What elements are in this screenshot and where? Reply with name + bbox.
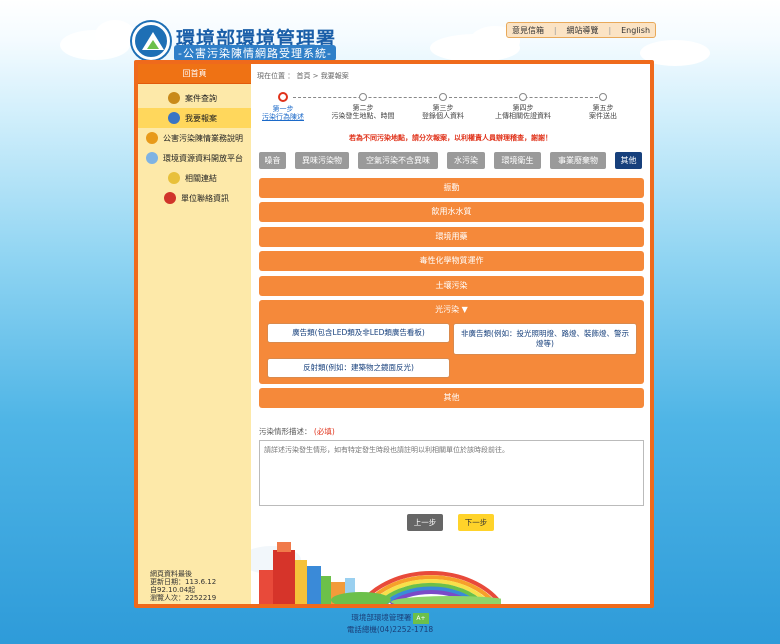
top-links: 意見信箱 | 網站導覽 | English bbox=[506, 22, 656, 38]
subcategory-vibration[interactable]: 振動 bbox=[259, 178, 644, 198]
notice-text: 若為不同污染地點，請分次報案，以利權責人員辦理稽查，謝謝！ bbox=[349, 134, 552, 142]
category-tabs: 噪音 異味污染物 空氣污染不含異味 水污染 環境衛生 事業廢棄物 其他 bbox=[259, 152, 645, 170]
subcategory-other[interactable]: 其他 bbox=[259, 388, 644, 408]
globe-icon bbox=[168, 112, 180, 124]
description-input[interactable] bbox=[259, 440, 644, 506]
agency-logo[interactable] bbox=[132, 22, 170, 60]
light-pollution-toggle[interactable]: 光污染 ▼ bbox=[259, 304, 644, 315]
category-tab-sanitation[interactable]: 環境衛生 bbox=[494, 152, 541, 169]
city-rainbow-illustration bbox=[251, 532, 501, 604]
sidebar-item-open-data[interactable]: 環境資源資料開放平台 bbox=[138, 148, 251, 168]
top-link-sitemap[interactable]: 網站導覽 bbox=[567, 25, 599, 36]
site-subtitle: -公害污染陳情網路受理系統- bbox=[174, 45, 336, 61]
sidebar-item-service-info[interactable]: 公害污染陳情業務說明 bbox=[138, 128, 251, 148]
main-content: 現在位置 ： 首頁 > 我要報案 第一步 污染行為陳述 第二步 污染發生地點、時… bbox=[251, 64, 650, 604]
step-marker-icon bbox=[359, 93, 367, 101]
step-5: 第五步 案件送出 bbox=[568, 92, 638, 120]
option-reflection[interactable]: 反射類(例如：建築物之鏡面反光) bbox=[267, 358, 450, 378]
top-link-mailbox[interactable]: 意見信箱 bbox=[512, 25, 544, 36]
step-marker-icon bbox=[439, 93, 447, 101]
sidebar-item-report[interactable]: 我要報案 bbox=[138, 108, 251, 128]
option-advertising[interactable]: 廣告類(包含LED類及非LED類廣告看板) bbox=[267, 323, 450, 343]
subcategory-pesticide[interactable]: 環境用藥 bbox=[259, 227, 644, 247]
subcategory-drinking-water[interactable]: 飲用水水質 bbox=[259, 202, 644, 222]
cloud-decoration bbox=[95, 20, 135, 50]
sidebar-item-case-query[interactable]: 案件查詢 bbox=[138, 88, 251, 108]
step-marker-icon bbox=[519, 93, 527, 101]
category-tab-water[interactable]: 水污染 bbox=[447, 152, 485, 169]
category-tab-noise[interactable]: 噪音 bbox=[259, 152, 286, 169]
category-tab-air[interactable]: 空氣污染不含異味 bbox=[358, 152, 438, 169]
step-marker-icon bbox=[278, 92, 288, 102]
planet-icon bbox=[164, 192, 176, 204]
sidebar-item-contacts[interactable]: 單位聯絡資訊 bbox=[138, 188, 251, 208]
accessibility-badge-icon[interactable]: A+ bbox=[413, 613, 429, 624]
light-pollution-panel: 光污染 ▼ 廣告類(包含LED類及非LED類廣告看板) 非廣告類(例如：投光照明… bbox=[259, 300, 644, 384]
sidebar-item-links[interactable]: 相關連結 bbox=[138, 168, 251, 188]
step-3: 第三步 登錄個人資料 bbox=[408, 92, 478, 120]
subcategory-soil[interactable]: 土壤污染 bbox=[259, 276, 644, 296]
option-non-advertising[interactable]: 非廣告類(例如：投光照明燈、路燈、裝飾燈、警示燈等) bbox=[453, 323, 637, 355]
step-4: 第四步 上傳相關佐證資料 bbox=[488, 92, 558, 120]
sidebar: 回首頁 案件查詢 我要報案 公害污染陳情業務說明 環境資源資料開放平台 相關連結… bbox=[138, 64, 251, 604]
visitor-stats: 網頁資料最後 更新日期：113.6.12 自92.10.04起 瀏覽人次：225… bbox=[150, 570, 217, 602]
content-frame: 回首頁 案件查詢 我要報案 公害污染陳情業務說明 環境資源資料開放平台 相關連結… bbox=[134, 60, 654, 608]
progress-steps: 第一步 污染行為陳述 第二步 污染發生地點、時間 第三步 登錄個人資料 第四步 … bbox=[262, 92, 631, 124]
planet-icon bbox=[146, 132, 158, 144]
description-label: 污染情形描述： (必填) bbox=[259, 427, 335, 436]
globe-icon bbox=[168, 92, 180, 104]
planet-icon bbox=[168, 172, 180, 184]
step-marker-icon bbox=[599, 93, 607, 101]
logo-leaf-icon bbox=[147, 40, 159, 49]
category-tab-waste[interactable]: 事業廢棄物 bbox=[550, 152, 606, 169]
header: 環境部環境管理署 -公害污染陳情網路受理系統- 意見信箱 | 網站導覽 | En… bbox=[0, 0, 780, 66]
subcategory-toxic-chemical[interactable]: 毒性化學物質運作 bbox=[259, 251, 644, 271]
top-link-english[interactable]: English bbox=[621, 26, 650, 35]
step-1: 第一步 污染行為陳述 bbox=[248, 92, 318, 121]
sidebar-home[interactable]: 回首頁 bbox=[138, 64, 251, 84]
planet-icon bbox=[146, 152, 158, 164]
step-2: 第二步 污染發生地點、時間 bbox=[328, 92, 398, 120]
footer: 環境部環境管理署 A+ 電話總機(04)2252-1718 bbox=[346, 613, 434, 634]
breadcrumb: 現在位置 ： 首頁 > 我要報案 bbox=[257, 72, 349, 80]
category-tab-odor[interactable]: 異味污染物 bbox=[295, 152, 349, 169]
category-tab-other[interactable]: 其他 bbox=[615, 152, 642, 169]
